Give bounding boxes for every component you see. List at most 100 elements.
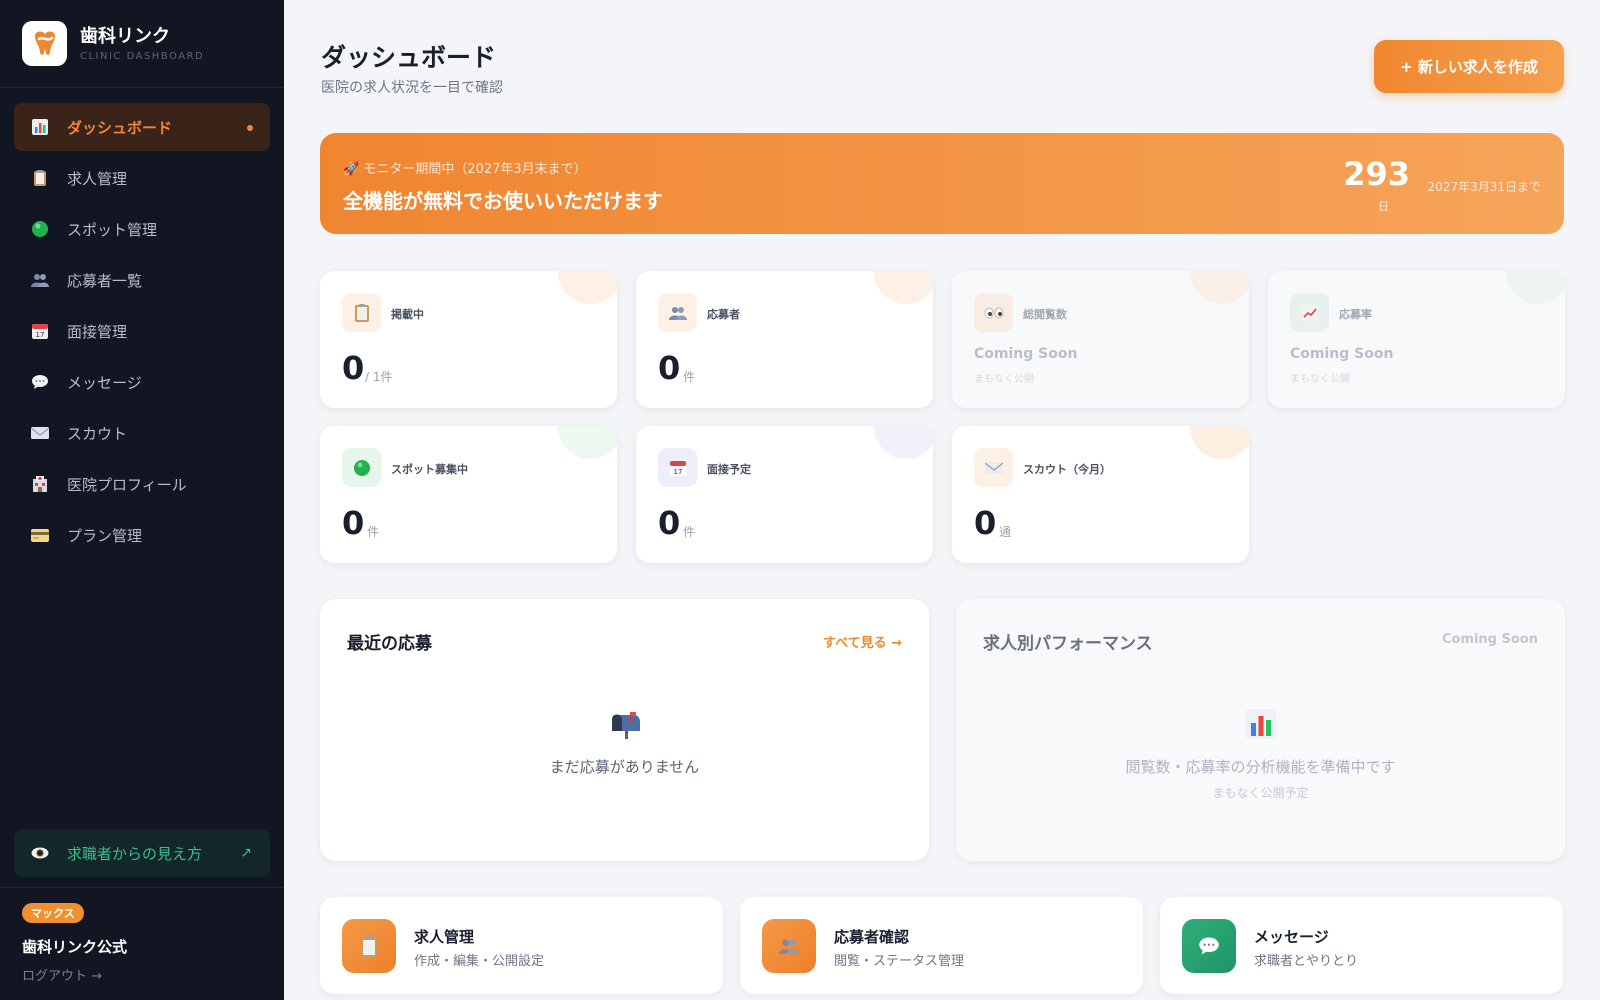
period-end-date: 2027年3月31日まで — [1427, 180, 1541, 194]
speech-bubble-icon — [1182, 919, 1236, 973]
sidebar-item-messages[interactable]: メッセージ — [14, 358, 270, 406]
coming-soon-sub: まもなく公開 — [1290, 374, 1350, 385]
clipboard-icon — [342, 919, 396, 973]
job-seeker-view-label: 求職者からの見え方 — [67, 844, 203, 863]
stat-unit: 通 — [999, 525, 1012, 539]
hospital-icon — [31, 475, 49, 493]
quick-link-title: メッセージ — [1254, 928, 1329, 946]
stat-label: 面接予定 — [707, 463, 751, 476]
sidebar-item-label: メッセージ — [67, 373, 142, 392]
svg-text:17: 17 — [673, 468, 682, 476]
quick-link-subtitle: 求職者とやりとり — [1254, 954, 1359, 969]
bar-chart-icon — [956, 709, 1565, 746]
brand: 歯科リンク CLINIC DASHBOARD — [0, 0, 284, 88]
coming-soon-label: Coming Soon — [974, 346, 1078, 362]
people-icon — [658, 293, 697, 332]
people-icon — [762, 919, 816, 973]
mailbox-icon — [320, 709, 929, 746]
stat-card-application-rate: 応募率 Coming Soon まもなく公開 — [1268, 271, 1565, 408]
brand-subtitle: CLINIC DASHBOARD — [80, 50, 205, 62]
quick-link-subtitle: 閲覧・ステータス管理 — [834, 954, 965, 969]
stat-card-spot-recruiting[interactable]: スポット募集中 0 件 — [320, 426, 617, 563]
sidebar-item-label: 求人管理 — [67, 169, 128, 188]
coming-soon-badge: Coming Soon — [1441, 632, 1538, 647]
job-seeker-view-link[interactable]: 求職者からの見え方 ↗ — [14, 829, 270, 877]
sidebar: 歯科リンク CLINIC DASHBOARD ダッシュボード 求人管理 スポット… — [0, 0, 284, 1000]
stat-card-applicants[interactable]: 応募者 0 件 — [636, 271, 933, 408]
sidebar-item-label: スカウト — [67, 424, 128, 443]
sidebar-item-label: 面接管理 — [67, 322, 128, 341]
empty-state-text: 閲覧数・応募率の分析機能を準備中です — [1125, 758, 1396, 776]
card-decoration — [558, 426, 617, 459]
account-name: 歯科リンク公式 — [22, 938, 128, 956]
create-job-button[interactable]: + 新しい求人を作成 — [1374, 40, 1564, 93]
account-section: マックス 歯科リンク公式 ログアウト → — [0, 887, 284, 1000]
sidebar-item-dashboard[interactable]: ダッシュボード — [14, 103, 270, 151]
panel-title: 最近の応募 — [347, 634, 432, 654]
brand-title: 歯科リンク — [80, 25, 170, 47]
stat-unit: / 1件 — [365, 370, 393, 384]
stat-value: 0 — [342, 504, 365, 542]
eye-icon — [31, 844, 49, 862]
stat-unit: 件 — [683, 525, 696, 539]
envelope-icon — [974, 448, 1013, 487]
card-decoration — [1190, 426, 1249, 459]
page-subtitle: 医院の求人状況を一目で確認 — [321, 80, 503, 96]
sidebar-item-interviews[interactable]: 17 面接管理 — [14, 307, 270, 355]
main-content: ダッシュボード 医院の求人状況を一目で確認 + 新しい求人を作成 🚀 モニター期… — [284, 0, 1600, 1000]
stat-unit: 件 — [683, 370, 696, 384]
monitor-period-tag: 🚀 モニター期間中（2027年3月末まで） — [343, 162, 587, 177]
quick-link-title: 応募者確認 — [834, 928, 910, 946]
stat-card-scout-month[interactable]: スカウト（今月） 0 通 — [952, 426, 1249, 563]
sidebar-item-label: 医院プロフィール — [67, 475, 187, 494]
stat-card-interviews[interactable]: 17 面接予定 0 件 — [636, 426, 933, 563]
sidebar-item-scout[interactable]: スカウト — [14, 409, 270, 457]
stat-card-published[interactable]: 掲載中 0 / 1件 — [320, 271, 617, 408]
quick-link-jobs[interactable]: 求人管理 作成・編集・公開設定 — [320, 897, 723, 994]
sidebar-item-plan[interactable]: プラン管理 — [14, 511, 270, 559]
sidebar-item-clinic-profile[interactable]: 医院プロフィール — [14, 460, 270, 508]
job-performance-panel: 求人別パフォーマンス Coming Soon 閲覧数・応募率の分析機能を準備中で… — [956, 599, 1565, 861]
logout-link[interactable]: ログアウト → — [22, 965, 262, 984]
svg-text:17: 17 — [36, 331, 45, 339]
stat-value: 0 — [974, 504, 997, 542]
quick-link-messages[interactable]: メッセージ 求職者とやりとり — [1160, 897, 1563, 994]
sidebar-item-spot[interactable]: スポット管理 — [14, 205, 270, 253]
sidebar-item-jobs[interactable]: 求人管理 — [14, 154, 270, 202]
stat-value: 0 — [658, 349, 681, 387]
envelope-icon — [31, 424, 49, 442]
quick-link-subtitle: 作成・編集・公開設定 — [414, 954, 545, 969]
stat-label: スカウト（今月） — [1023, 463, 1111, 476]
plan-badge: マックス — [22, 903, 84, 923]
stat-unit: 件 — [367, 525, 380, 539]
quick-link-applicants[interactable]: 応募者確認 閲覧・ステータス管理 — [740, 897, 1143, 994]
sidebar-nav: ダッシュボード 求人管理 スポット管理 応募者一覧 17 面接管理 メッセージ … — [14, 103, 270, 562]
empty-state-subtext: まもなく公開予定 — [1212, 786, 1309, 800]
eyes-icon — [974, 293, 1013, 332]
sidebar-item-label: スポット管理 — [67, 220, 158, 239]
days-remaining: 293 — [1343, 155, 1410, 193]
monitor-banner: 🚀 モニター期間中（2027年3月末まで） 全機能が無料でお使いいただけます 2… — [320, 133, 1564, 234]
sidebar-item-applicants[interactable]: 応募者一覧 — [14, 256, 270, 304]
active-indicator — [247, 125, 253, 131]
credit-card-icon — [31, 526, 49, 544]
stat-label: 総閲覧数 — [1023, 308, 1067, 321]
speech-bubble-icon — [31, 373, 49, 391]
sidebar-item-label: プラン管理 — [67, 526, 143, 545]
stat-label: 応募者 — [707, 308, 740, 321]
see-all-link[interactable]: すべて見る → — [823, 632, 902, 651]
card-decoration — [874, 271, 933, 304]
free-features-message: 全機能が無料でお使いいただけます — [343, 189, 663, 213]
green-circle-icon — [31, 220, 49, 238]
days-unit: 日 — [1378, 200, 1389, 213]
bar-chart-icon — [31, 118, 49, 136]
green-circle-icon — [342, 448, 381, 487]
quick-link-title: 求人管理 — [414, 928, 475, 946]
sidebar-item-label: 応募者一覧 — [67, 271, 143, 290]
panel-title: 求人別パフォーマンス — [983, 634, 1153, 654]
empty-state-text: まだ応募がありません — [549, 758, 700, 776]
coming-soon-sub: まもなく公開 — [974, 374, 1034, 385]
stat-value: 0 — [658, 504, 681, 542]
external-link-icon: ↗ — [240, 845, 252, 861]
calendar-icon: 17 — [31, 322, 49, 340]
